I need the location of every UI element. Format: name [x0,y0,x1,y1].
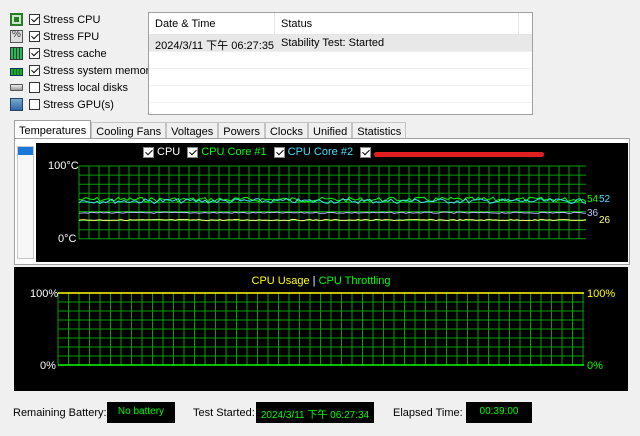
stress-disks-checkbox[interactable] [29,82,40,93]
legend-core2-checkbox[interactable] [273,146,285,158]
sensor-list[interactable] [17,146,34,259]
stress-fpu-label: Stress FPU [43,30,100,43]
stress-cpu-option[interactable]: Stress CPU [10,11,145,28]
legend-core1[interactable]: CPU Core #1 [187,146,267,158]
aux-value-label: 26 [599,215,611,226]
temp-axis-min-label: 0°C [58,233,77,245]
cpu-usage-graph: CPU Usage | CPU Throttling 100% 0% 100% … [14,267,628,391]
legend-redacted[interactable] [360,146,545,158]
cpu-value-label: 36 [587,208,599,219]
stress-cpu-checkbox[interactable] [29,14,40,25]
sensor-tabs: Temperatures Cooling Fans Voltages Power… [14,120,407,140]
temperature-legend: CPU CPU Core #1 CPU Core #2 [143,146,551,158]
test-started-label: Test Started: [193,407,255,419]
usage-axis-max-label: 100% [30,288,59,300]
legend-cpu-label: CPU [157,146,181,158]
legend-core1-label: CPU Core #1 [201,146,267,158]
stress-fpu-checkbox[interactable] [29,31,40,42]
disk-icon [10,84,23,91]
core1-value-label: 54 [587,194,599,205]
fpu-icon [10,29,23,43]
usage-axis-min-label: 0% [40,360,56,372]
core2-value-label: 52 [599,194,611,205]
remaining-battery-value: No battery [107,402,175,423]
status-bar: Remaining Battery: No battery Test Start… [0,402,640,424]
stress-cpu-label: Stress CPU [43,13,101,26]
legend-core1-checkbox[interactable] [187,146,199,158]
elapsed-time-label: Elapsed Time: [393,407,463,419]
throttle-axis-max-label: 100% [587,288,616,300]
stress-cache-label: Stress cache [43,47,107,60]
stress-cache-checkbox[interactable] [29,48,40,59]
stress-gpu-label: Stress GPU(s) [43,98,114,111]
remaining-battery-label: Remaining Battery: [13,407,107,419]
test-started-value: 2024/3/11 下午 06:27:34 [256,402,374,423]
log-row-empty [149,52,532,69]
series-line-2 [78,211,587,214]
log-status-cell: Stability Test: Started [281,37,385,49]
legend-cpu[interactable]: CPU [143,146,180,158]
cpu-graph-title: CPU Usage | CPU Throttling [14,275,628,287]
tab-temperatures[interactable]: Temperatures [14,120,92,140]
event-log-table[interactable]: Date & Time Status 2024/3/11 下午 06:27:35… [148,12,533,115]
redaction-mark [374,151,545,157]
log-row-empty [149,86,532,103]
temperature-graph: CPU CPU Core #1 CPU Core #2 100°C 0°C 54… [36,143,628,262]
title-separator: | [312,275,316,287]
cpu-usage-title: CPU Usage [251,275,310,287]
elapsed-time-value: 00:39:00 [466,402,532,423]
stress-fpu-option[interactable]: Stress FPU [10,28,145,45]
stress-disks-option[interactable]: Stress local disks [10,79,145,96]
gpu-icon [10,98,23,111]
date-time-column-header[interactable]: Date & Time [149,13,275,34]
legend-core2-label: CPU Core #2 [287,146,354,158]
log-row-empty [149,69,532,86]
memory-icon [10,67,23,76]
legend-core2[interactable]: CPU Core #2 [273,146,354,158]
log-header: Date & Time Status [149,13,532,35]
stress-cache-option[interactable]: Stress cache [10,45,145,62]
cpu-icon [10,13,23,26]
log-row[interactable]: 2024/3/11 下午 06:27:35 Stability Test: St… [149,35,532,52]
sensor-list-selection [18,147,33,155]
legend-redacted-checkbox[interactable] [360,146,372,158]
stress-memory-checkbox[interactable] [29,65,40,76]
cache-icon [10,47,23,60]
stress-memory-option[interactable]: Stress system memory [10,62,155,79]
stress-options-list: Stress CPU Stress FPU Stress cache Stres… [10,11,155,113]
stress-memory-label: Stress system memory [43,64,155,77]
temperature-graph-canvas [78,165,587,240]
legend-cpu-checkbox[interactable] [143,146,154,158]
throttle-axis-min-label: 0% [587,360,603,372]
stress-disks-label: Stress local disks [43,81,128,94]
cpu-throttling-title: CPU Throttling [318,275,391,287]
temp-axis-max-label: 100°C [48,160,79,172]
log-date-cell: 2024/3/11 下午 06:27:35 [155,40,275,52]
stress-gpu-option[interactable]: Stress GPU(s) [10,96,145,113]
status-column-header[interactable]: Status [275,13,519,34]
stress-gpu-checkbox[interactable] [29,99,40,110]
